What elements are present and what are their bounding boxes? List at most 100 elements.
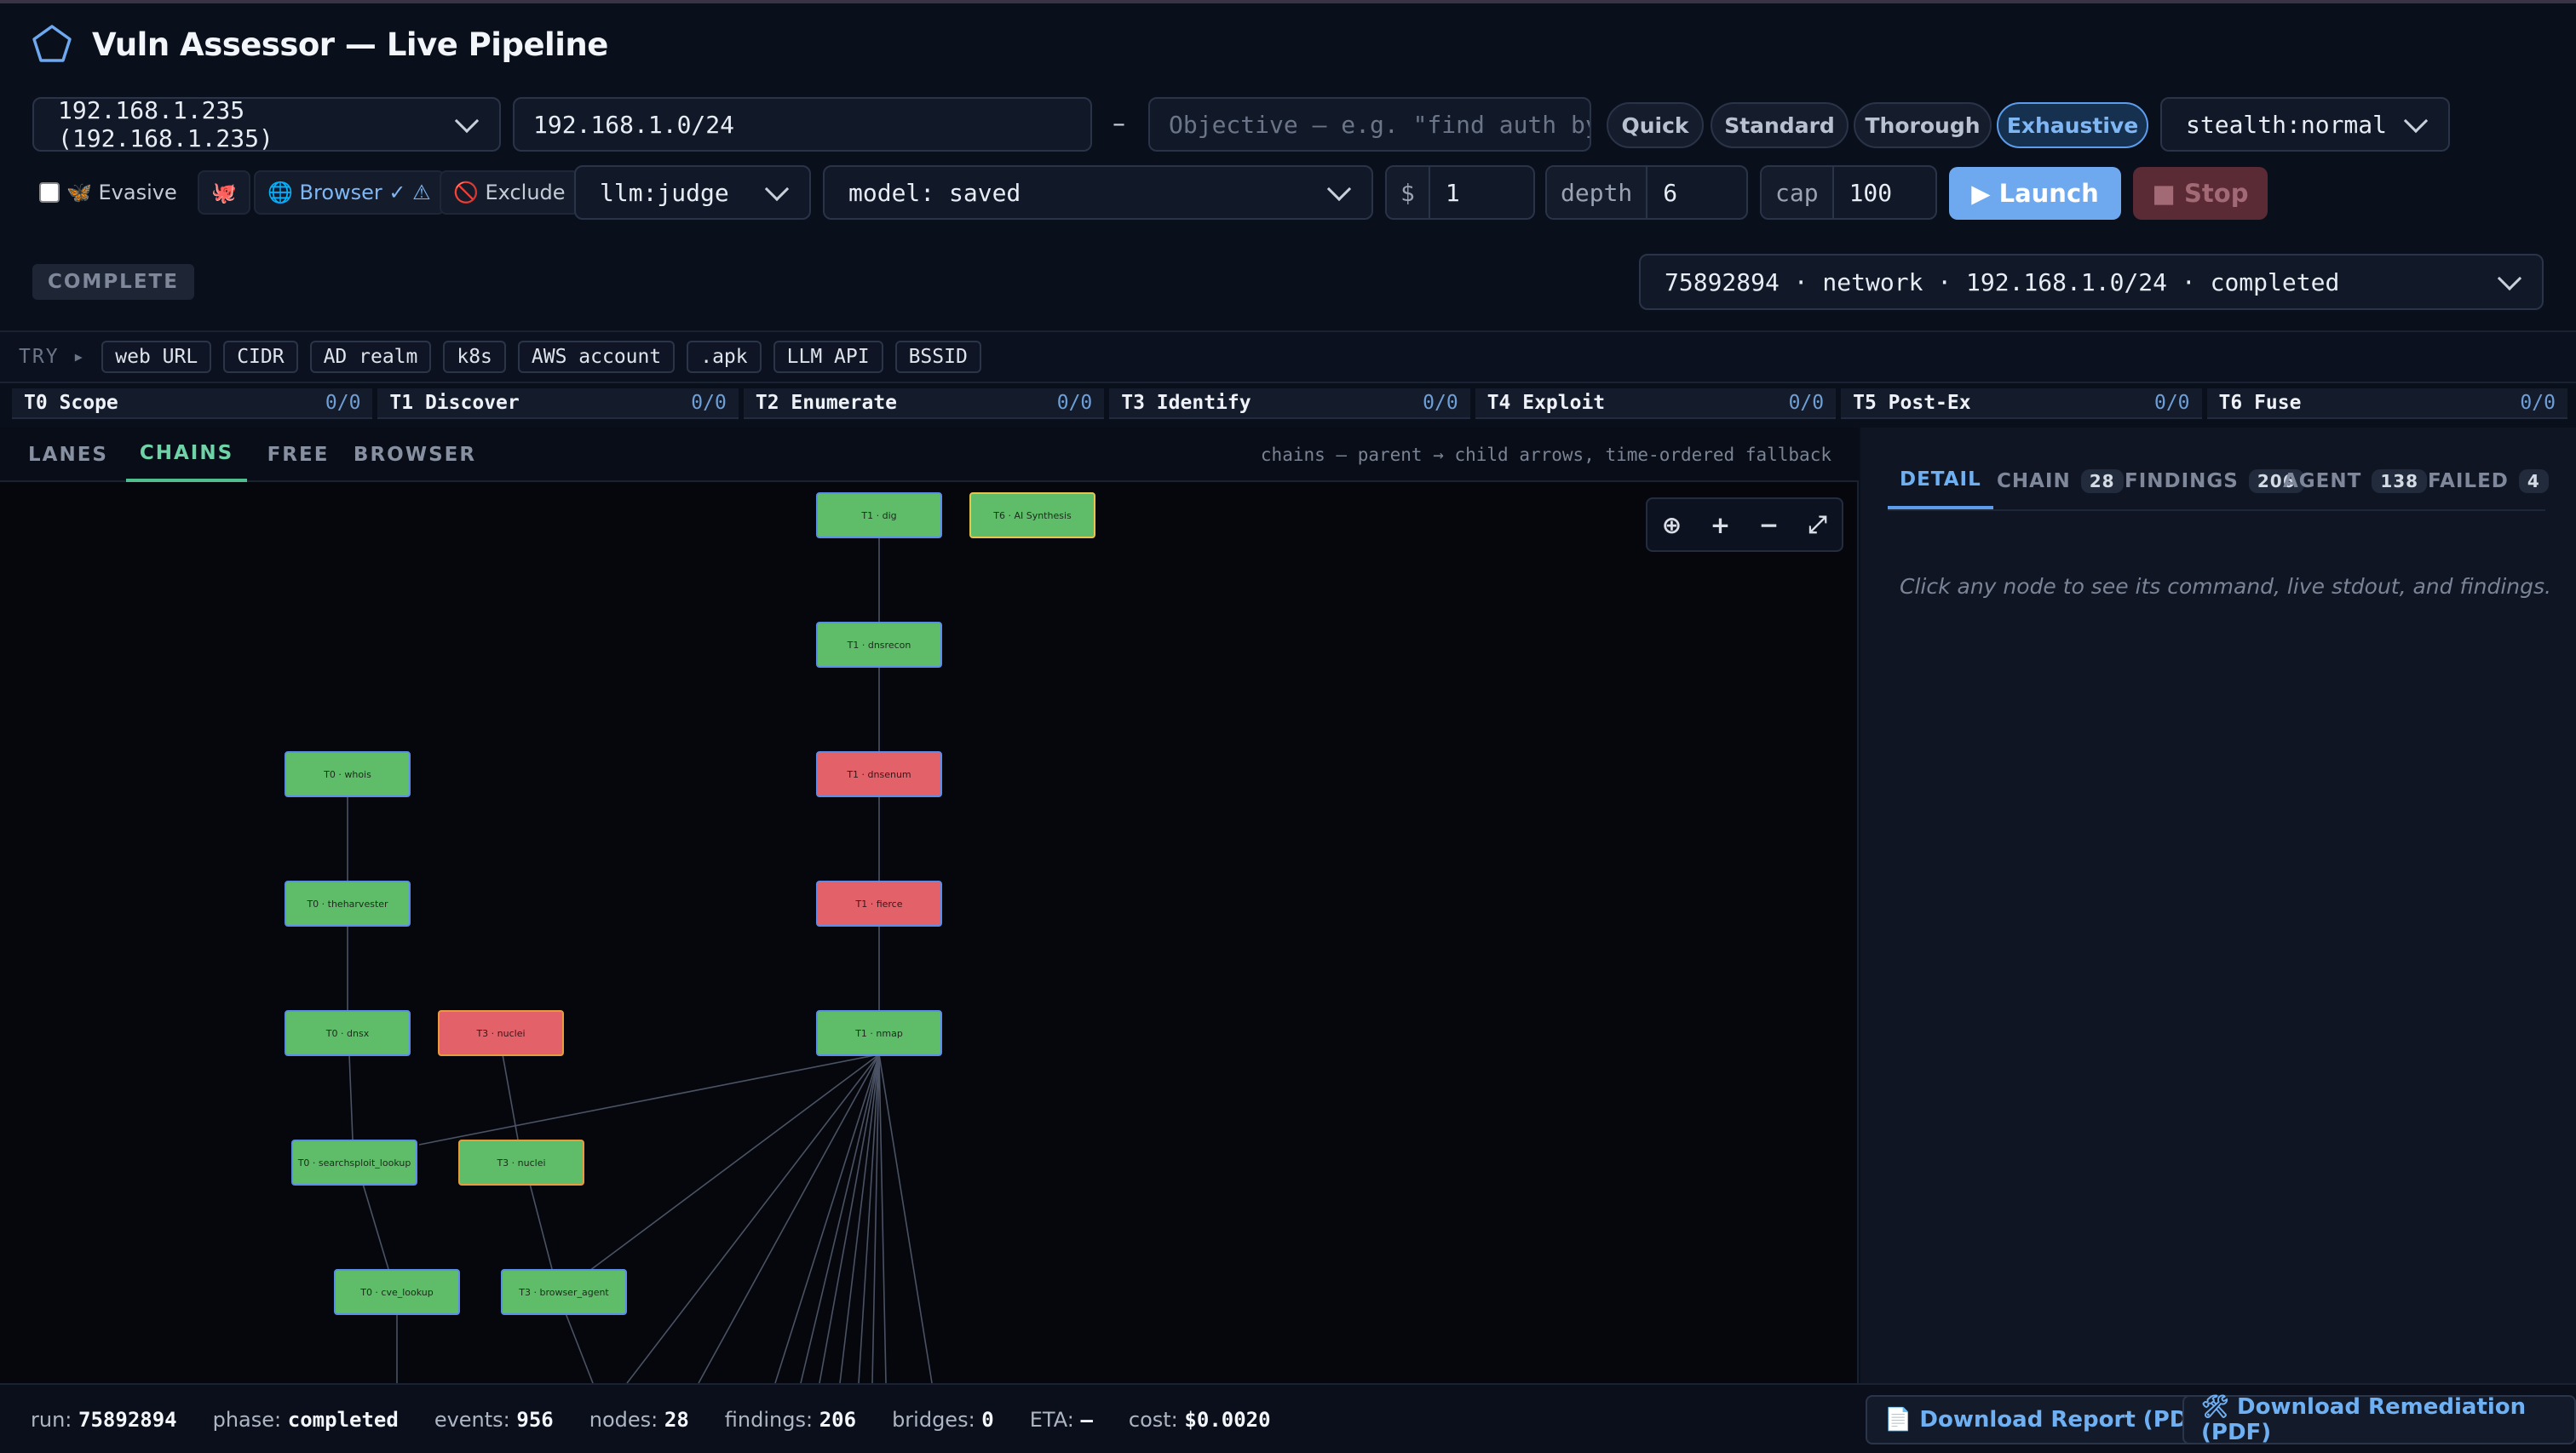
model-select[interactable]: model: saved	[823, 165, 1373, 220]
fit-view-icon[interactable]: ⤢	[1798, 505, 1837, 544]
graph-node[interactable]: T0 · theharvester	[285, 881, 411, 927]
tier-t3[interactable]: T3 Identify 0/0	[1109, 388, 1470, 419]
stat-value: 206	[819, 1408, 857, 1432]
budget-field[interactable]: $ 1	[1385, 165, 1535, 220]
stat-label: ETA:	[1029, 1408, 1074, 1432]
stat-label: bridges:	[892, 1408, 975, 1432]
evasive-checkbox[interactable]	[39, 182, 60, 203]
objective-placeholder: Objective — e.g. "find auth by	[1169, 110, 1591, 139]
tab-label: FAILED	[2428, 470, 2509, 492]
evasive-label: 🦋 Evasive	[66, 181, 177, 204]
exclude-button[interactable]: 🚫 Exclude	[440, 170, 579, 215]
stat-value: 956	[516, 1408, 554, 1432]
browser-label: 🌐 Browser ✓ ⚠	[267, 181, 431, 204]
depth-value[interactable]: 6	[1647, 179, 1693, 207]
pentagon-icon	[32, 25, 72, 62]
objective-input[interactable]: Objective — e.g. "find auth by	[1148, 97, 1591, 152]
target-input[interactable]: 192.168.1.0/24	[513, 97, 1092, 152]
stat-label: nodes:	[589, 1408, 658, 1432]
try-chip-ad-realm[interactable]: AD realm	[309, 341, 432, 373]
stop-button[interactable]: ■ Stop	[2133, 167, 2268, 220]
mode-standard[interactable]: Standard	[1711, 102, 1849, 148]
budget-value[interactable]: 1	[1430, 179, 1475, 207]
stat-label: events:	[434, 1408, 510, 1432]
tier-t4[interactable]: T4 Exploit 0/0	[1475, 388, 1837, 419]
graph-node[interactable]: T3 · nuclei	[458, 1140, 584, 1186]
zoom-out-icon[interactable]: −	[1750, 505, 1789, 544]
download-report-button[interactable]: 📄 Download Report (PDF)	[1866, 1395, 2232, 1444]
stat-value: 0	[981, 1408, 994, 1432]
try-chip-llm-api[interactable]: LLM API	[773, 341, 883, 373]
mode-exhaustive[interactable]: Exhaustive	[1997, 102, 2148, 148]
evasive-toggle[interactable]: 🦋 Evasive	[34, 170, 182, 215]
try-chip-apk[interactable]: .apk	[687, 341, 762, 373]
llm-select[interactable]: llm:judge	[574, 165, 811, 220]
tier-t6[interactable]: T6 Fuse 0/0	[2206, 388, 2567, 419]
graph-node[interactable]: T1 · nmap	[816, 1010, 942, 1056]
count-badge: 4	[2518, 469, 2549, 493]
launch-button[interactable]: ▶ Launch	[1949, 167, 2121, 220]
tier-t2[interactable]: T2 Enumerate 0/0	[743, 388, 1105, 419]
run-select[interactable]: 75892894 · network · 192.168.1.0/24 · co…	[1639, 254, 2544, 310]
host-select-value: 192.168.1.235 (192.168.1.235)	[58, 96, 273, 152]
try-chip-aws-account[interactable]: AWS account	[517, 341, 676, 373]
download-remediation-button[interactable]: 🛠 Download Remediation (PDF)	[2182, 1394, 2576, 1445]
browser-toggle[interactable]: 🌐 Browser ✓ ⚠	[254, 170, 445, 215]
cap-value[interactable]: 100	[1834, 179, 1908, 207]
stat-value: —	[1080, 1408, 1093, 1432]
tab-label: AGENT	[2283, 470, 2362, 492]
tier-t1[interactable]: T1 Discover 0/0	[377, 388, 739, 419]
stat-value: completed	[287, 1408, 399, 1432]
tier-count: 0/0	[691, 392, 727, 414]
detail-tabs: DETAIL CHAIN 28 FINDINGS 206 AGENT 138 FAIL…	[1888, 453, 2549, 511]
depth-field[interactable]: depth 6	[1545, 165, 1748, 220]
try-chip-web-url[interactable]: web URL	[101, 341, 212, 373]
graph-node[interactable]: T1 · dnsenum	[816, 751, 942, 797]
stealth-select-value: stealth:normal	[2186, 110, 2388, 139]
exclude-label: 🚫 Exclude	[453, 181, 566, 204]
try-chip-bssid[interactable]: BSSID	[894, 341, 981, 373]
graph-node[interactable]: T1 · dig	[816, 492, 942, 538]
top-border	[0, 0, 2576, 3]
try-chip-cidr[interactable]: CIDR	[223, 341, 298, 373]
stat-events: events: 956	[434, 1408, 554, 1432]
llm-select-value: llm:judge	[600, 178, 729, 207]
zoom-controls: ⊕ + − ⤢	[1646, 497, 1843, 552]
graph-node[interactable]: T0 · cve_lookup	[334, 1269, 460, 1315]
graph-node[interactable]: T0 · whois	[285, 751, 411, 797]
tab-agent[interactable]: AGENT 138	[2271, 453, 2439, 509]
separator-dash: –	[1113, 109, 1125, 139]
try-chip-k8s[interactable]: k8s	[443, 341, 506, 373]
target-input-value: 192.168.1.0/24	[533, 110, 735, 139]
cap-field[interactable]: cap 100	[1760, 165, 1937, 220]
tier-name: T3 Identify	[1121, 392, 1251, 414]
octopus-button[interactable]: 🐙	[198, 170, 250, 215]
host-select[interactable]: 192.168.1.235 (192.168.1.235)	[32, 96, 501, 152]
chevron-down-icon	[2403, 108, 2429, 134]
tier-t0[interactable]: T0 Scope 0/0	[12, 388, 373, 419]
stat-eta: ETA: —	[1030, 1408, 1093, 1432]
stat-label: cost:	[1128, 1408, 1178, 1432]
graph-node[interactable]: T3 · nuclei	[438, 1010, 564, 1056]
chevron-down-icon	[2497, 266, 2522, 291]
graph-node[interactable]: T3 · browser_agent	[501, 1269, 627, 1315]
graph-node[interactable]: T6 · AI Synthesis	[969, 492, 1095, 538]
mode-quick[interactable]: Quick	[1607, 102, 1704, 148]
tab-failed[interactable]: FAILED 4	[2416, 453, 2561, 509]
graph-node[interactable]: T0 · searchsploit_lookup	[291, 1140, 417, 1186]
stat-value: 28	[664, 1408, 689, 1432]
recenter-icon[interactable]: ⊕	[1653, 505, 1692, 544]
tier-count: 0/0	[2153, 392, 2190, 414]
stealth-select[interactable]: stealth:normal	[2160, 97, 2450, 152]
zoom-in-icon[interactable]: +	[1701, 505, 1740, 544]
tier-t5[interactable]: T5 Post-Ex 0/0	[1841, 388, 2202, 419]
graph-node[interactable]: T1 · fierce	[816, 881, 942, 927]
graph-node[interactable]: T0 · dnsx	[285, 1010, 411, 1056]
mode-thorough[interactable]: Thorough	[1854, 102, 1992, 148]
stat-findings: findings: 206	[725, 1408, 856, 1432]
tab-detail[interactable]: DETAIL	[1888, 453, 1993, 509]
tier-count: 0/0	[2520, 392, 2556, 414]
graph-node[interactable]: T1 · dnsrecon	[816, 622, 942, 668]
detail-empty-hint: Click any node to see its command, live …	[1900, 574, 2551, 599]
tier-count: 0/0	[1788, 392, 1825, 414]
